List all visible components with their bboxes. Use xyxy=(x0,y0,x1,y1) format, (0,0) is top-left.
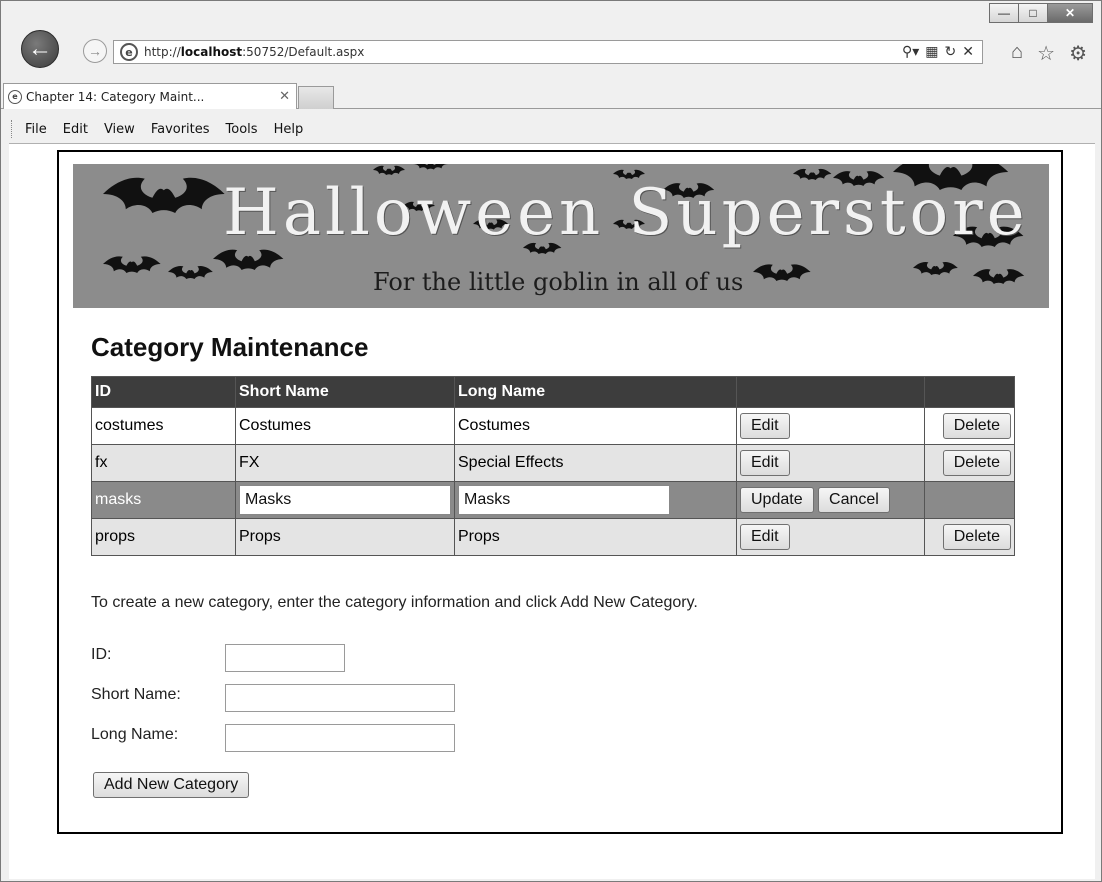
banner-title: Halloween Superstore xyxy=(223,176,1029,250)
close-window-button[interactable]: ✕ xyxy=(1047,3,1093,23)
page-title: Category Maintenance xyxy=(91,332,369,362)
search-icon[interactable]: ⚲▾ xyxy=(902,44,919,60)
tab-category-maintenance[interactable]: e Chapter 14: Category Maint... ✕ xyxy=(3,83,297,109)
address-url[interactable]: http://localhost:50752/Default.aspx xyxy=(144,45,902,59)
ie-logo-icon: e xyxy=(120,43,138,61)
column-header-short-name: Short Name xyxy=(235,376,455,408)
menu-file[interactable]: File xyxy=(25,122,47,137)
edit-button[interactable]: Edit xyxy=(740,524,790,550)
refresh-icon[interactable]: ↻ xyxy=(945,44,957,60)
tab-title: Chapter 14: Category Maint... xyxy=(26,89,205,104)
delete-button[interactable]: Delete xyxy=(942,450,1011,476)
column-header-blank xyxy=(924,376,1015,408)
long-name-edit-input[interactable] xyxy=(458,485,670,515)
table-header-row: ID Short Name Long Name xyxy=(91,376,1015,408)
cell-id: fx xyxy=(91,444,236,482)
menu-favorites[interactable]: Favorites xyxy=(151,122,210,137)
id-label: ID: xyxy=(91,646,112,663)
bat-icon xyxy=(103,177,225,213)
column-header-long-name: Long Name xyxy=(454,376,737,408)
minimize-button[interactable]: — xyxy=(989,3,1019,23)
cell-short-name: FX xyxy=(235,444,455,482)
table-row: fx FX Special Effects Edit Delete xyxy=(91,444,1015,482)
id-input[interactable] xyxy=(225,644,345,672)
tab-strip: e Chapter 14: Category Maint... ✕ xyxy=(1,83,1101,109)
gear-icon[interactable]: ⚙ xyxy=(1069,41,1087,66)
menu-edit[interactable]: Edit xyxy=(63,122,88,137)
compatibility-view-icon[interactable]: ▦ xyxy=(925,44,938,60)
column-header-id: ID xyxy=(91,376,236,408)
forward-arrow-icon[interactable]: → xyxy=(83,39,107,63)
banner-subtitle: For the little goblin in all of us xyxy=(373,268,744,296)
add-new-category-button[interactable]: Add New Category xyxy=(93,772,250,798)
cell-short-name: Costumes xyxy=(235,407,455,445)
long-name-input[interactable] xyxy=(225,724,455,752)
menu-tools[interactable]: Tools xyxy=(226,122,258,137)
cell-short-name: Props xyxy=(235,518,455,556)
update-button[interactable]: Update xyxy=(740,487,814,513)
column-header-blank xyxy=(736,376,925,408)
cell-id: masks xyxy=(91,481,236,519)
cell-long-name: Special Effects xyxy=(454,444,737,482)
cell-id: costumes xyxy=(91,407,236,445)
long-name-label: Long Name: xyxy=(91,726,179,743)
maximize-button[interactable]: □ xyxy=(1018,3,1048,23)
delete-button[interactable]: Delete xyxy=(942,524,1011,550)
page-container: Halloween Superstore For the little gobl… xyxy=(57,150,1063,834)
menu-grip xyxy=(11,120,13,138)
menu-help[interactable]: Help xyxy=(274,122,304,137)
short-name-edit-input[interactable] xyxy=(239,485,451,515)
edit-button[interactable]: Edit xyxy=(740,450,790,476)
page-favicon-icon: e xyxy=(8,89,22,104)
cell-id: props xyxy=(91,518,236,556)
browser-window: — □ ✕ ← → e http://localhost:50752/Defau… xyxy=(0,0,1102,882)
new-tab-button[interactable] xyxy=(298,86,334,109)
instructions-text: To create a new category, enter the cate… xyxy=(91,594,698,611)
window-controls: — □ ✕ xyxy=(989,3,1093,23)
back-arrow-icon[interactable]: ← xyxy=(21,30,59,68)
categories-table: ID Short Name Long Name costumes Costume… xyxy=(91,376,1015,556)
cell-long-name: Props xyxy=(454,518,737,556)
close-tab-icon[interactable]: ✕ xyxy=(279,89,290,104)
cell-long-name: Costumes xyxy=(454,407,737,445)
stop-icon[interactable]: ✕ xyxy=(962,44,974,60)
navigation-bar: ← → e http://localhost:50752/Default.asp… xyxy=(1,29,1101,69)
table-row-editing: masks Update Cancel xyxy=(91,481,1015,519)
address-bar[interactable]: e http://localhost:50752/Default.aspx ⚲▾… xyxy=(113,40,983,64)
short-name-input[interactable] xyxy=(225,684,455,712)
table-row: props Props Props Edit Delete xyxy=(91,518,1015,556)
home-icon[interactable]: ⌂ xyxy=(1011,41,1023,66)
favorites-star-icon[interactable]: ☆ xyxy=(1037,41,1055,66)
edit-button[interactable]: Edit xyxy=(740,413,790,439)
menu-bar: File Edit View Favorites Tools Help xyxy=(1,117,1101,141)
cancel-button[interactable]: Cancel xyxy=(818,487,890,513)
table-row: costumes Costumes Costumes Edit Delete xyxy=(91,407,1015,445)
menu-view[interactable]: View xyxy=(104,122,135,137)
halloween-banner: Halloween Superstore For the little gobl… xyxy=(73,164,1049,308)
page-content: Halloween Superstore For the little gobl… xyxy=(9,143,1095,879)
short-name-label: Short Name: xyxy=(91,686,181,703)
delete-button[interactable]: Delete xyxy=(942,413,1011,439)
